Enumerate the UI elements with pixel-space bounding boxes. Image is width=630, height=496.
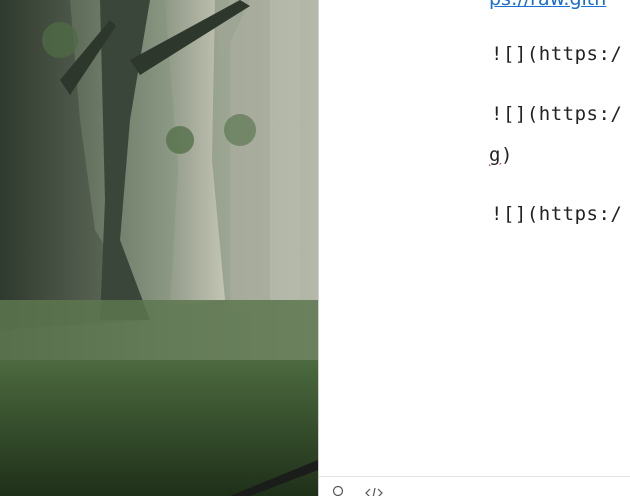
- markdown-image-line[interactable]: ![](https:/: [491, 43, 622, 65]
- forest-image-preview: [0, 0, 318, 496]
- closing-paren: ): [500, 144, 513, 166]
- search-icon[interactable]: [332, 485, 344, 496]
- image-url-link[interactable]: ps://raw.gith: [489, 0, 606, 10]
- editor-statusbar: [319, 476, 630, 496]
- code-icon[interactable]: [364, 487, 384, 496]
- markdown-image-line[interactable]: ![](https:/: [491, 203, 622, 225]
- markdown-image-line[interactable]: ![](https:/: [491, 103, 622, 125]
- misspelled-fragment: g: [489, 144, 501, 166]
- markdown-editor[interactable]: ps://raw.gith ![](https:/ ![](https:/ g)…: [319, 0, 630, 476]
- wrapped-line-continuation[interactable]: g): [489, 144, 513, 166]
- app-window: ps://raw.gith ![](https:/ ![](https:/ g)…: [0, 0, 630, 496]
